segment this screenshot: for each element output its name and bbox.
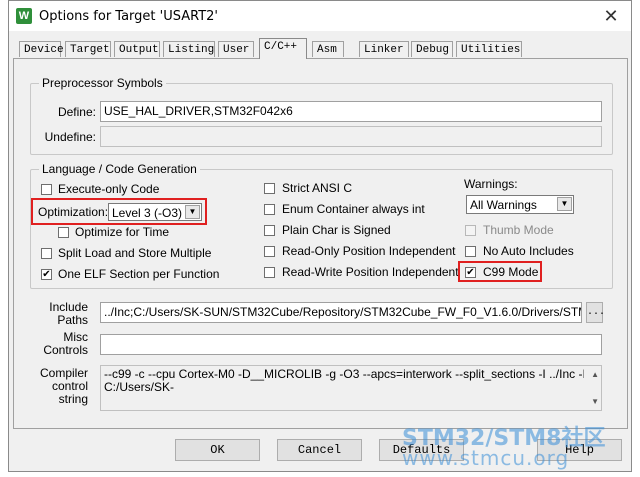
enum-container-label: Enum Container always int [282,202,425,216]
window-title: Options for Target 'USART2' [39,9,218,24]
strict-ansi-checkbox[interactable] [264,183,275,194]
tab-user[interactable]: User [218,41,254,57]
misc-controls-label: Misc Controls [24,331,88,357]
options-dialog: W Options for Target 'USART2' ✕ Device T… [8,0,632,472]
tab-c-cpp[interactable]: C/C++ [259,38,307,59]
optimize-time-label: Optimize for Time [75,225,170,239]
execute-only-checkbox[interactable] [41,184,52,195]
language-group-label: Language / Code Generation [39,162,200,176]
rw-position-label: Read-Write Position Independent [282,265,459,279]
browse-include-button[interactable]: ... [586,302,605,323]
split-load-checkbox[interactable] [41,248,52,259]
no-auto-includes-checkbox[interactable] [465,246,476,257]
thumb-mode-checkbox[interactable] [465,225,476,236]
tab-asm[interactable]: Asm [312,41,344,57]
ok-button[interactable]: OK [175,439,260,461]
tab-utilities[interactable]: Utilities [456,41,522,57]
ro-position-checkbox[interactable] [264,246,275,257]
compiler-string-text[interactable]: --c99 -c --cpu Cortex-M0 -D__MICROLIB -g… [100,365,602,411]
tab-output[interactable]: Output [114,41,160,57]
strict-ansi-label: Strict ANSI C [282,181,353,195]
rw-position-checkbox[interactable] [264,267,275,278]
warnings-label: Warnings: [464,177,518,191]
optimization-highlight [31,198,207,225]
warnings-select[interactable]: All Warnings ▼ [466,195,574,214]
compiler-string-line2: C:/Users/SK- [104,380,175,394]
c99-mode-highlight [458,261,542,282]
enum-container-checkbox[interactable] [264,204,275,215]
one-elf-checkbox[interactable]: ✔ [41,269,52,280]
scroll-up-icon[interactable]: ▲ [591,368,599,381]
compiler-string-label: Compiler control string [24,367,88,406]
thumb-mode-label: Thumb Mode [483,223,554,237]
undefine-label: Undefine: [44,130,96,144]
define-input[interactable]: USE_HAL_DRIVER,STM32F042x6 [100,101,602,122]
keil-app-icon: W [16,8,32,24]
scroll-down-icon[interactable]: ▼ [591,395,599,408]
no-auto-includes-label: No Auto Includes [483,244,574,258]
watermark-url: www.stmcu.org [402,446,570,470]
misc-label-line2: Controls [43,343,88,357]
close-icon[interactable]: ✕ [599,4,623,28]
tab-device[interactable]: Device [19,41,64,57]
split-load-label: Split Load and Store Multiple [58,246,212,260]
cancel-button[interactable]: Cancel [277,439,362,461]
tab-target[interactable]: Target [65,41,111,57]
tab-debug[interactable]: Debug [411,41,453,57]
warnings-value: All Warnings [470,198,537,212]
compiler-label-line3: string [58,392,88,406]
include-paths-label: Include Paths [24,301,88,327]
define-label: Define: [57,105,96,119]
plain-char-label: Plain Char is Signed [282,223,391,237]
undefine-input[interactable] [100,126,602,147]
plain-char-checkbox[interactable] [264,225,275,236]
one-elf-label: One ELF Section per Function [58,267,220,281]
compiler-string-line1: --c99 -c --cpu Cortex-M0 -D__MICROLIB -g… [104,368,584,381]
optimize-time-checkbox[interactable] [58,227,69,238]
tab-linker[interactable]: Linker [359,41,409,57]
preprocessor-group-label: Preprocessor Symbols [39,76,166,90]
include-label-line2: Paths [57,313,88,327]
ro-position-label: Read-Only Position Independent [282,244,456,258]
tab-listing[interactable]: Listing [163,41,215,57]
misc-controls-input[interactable] [100,334,602,355]
chevron-down-icon[interactable]: ▼ [557,197,572,211]
c-cpp-panel: Preprocessor Symbols Define: USE_HAL_DRI… [13,58,628,429]
include-paths-input[interactable]: ../Inc;C:/Users/SK-SUN/STM32Cube/Reposit… [100,302,582,323]
title-bar: W Options for Target 'USART2' ✕ [9,1,631,31]
execute-only-label: Execute-only Code [58,182,160,196]
